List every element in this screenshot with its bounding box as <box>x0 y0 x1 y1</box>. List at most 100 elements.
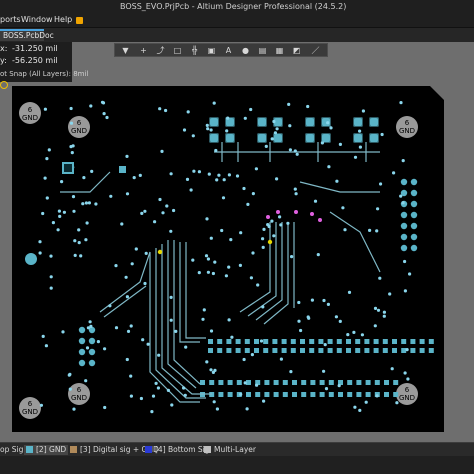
via <box>273 131 277 135</box>
via <box>310 298 314 302</box>
line-icon[interactable]: ／ <box>311 46 320 55</box>
layer-tab-bottom-sig[interactable]: [4] Bottom Sig <box>145 445 210 455</box>
layer-tab-multi-layer[interactable]: Multi-Layer <box>204 445 256 455</box>
chart-icon[interactable]: ▤ <box>258 46 267 55</box>
add-icon[interactable]: + <box>139 46 148 55</box>
header-pad <box>419 348 425 353</box>
via <box>316 253 320 257</box>
square-pad-mid <box>119 166 126 173</box>
tab-boss-pcbdoc[interactable]: BOSS.PcbDoc <box>0 29 54 41</box>
header-pad <box>338 392 343 397</box>
header-pad <box>246 392 251 397</box>
svg-text:GND: GND <box>22 114 38 122</box>
via <box>45 196 49 200</box>
via <box>326 121 330 125</box>
via <box>213 260 217 264</box>
header-pad <box>301 380 307 385</box>
via <box>129 374 133 378</box>
via <box>406 377 410 381</box>
via <box>264 144 268 148</box>
via <box>69 145 73 149</box>
gnd-pad-bottom-left: 6 GND <box>19 397 41 419</box>
via <box>103 405 107 410</box>
via <box>158 107 162 111</box>
via <box>169 295 173 299</box>
via <box>89 104 93 108</box>
layer-tab-gnd[interactable]: [2] GND <box>24 445 69 455</box>
menu-item-window[interactable]: Window <box>21 15 53 24</box>
via <box>182 128 187 132</box>
via <box>143 209 147 213</box>
via <box>143 281 147 286</box>
connector-pad <box>257 117 267 127</box>
route-icon[interactable]: ⤴ <box>156 46 165 55</box>
header-pad <box>384 392 389 397</box>
via <box>202 308 206 312</box>
via <box>45 157 49 161</box>
connector-pad <box>209 117 219 127</box>
fill-icon[interactable]: ▦ <box>275 46 284 55</box>
via <box>390 367 394 371</box>
connector-pad <box>353 133 363 143</box>
header-pad <box>401 348 407 353</box>
pcb-board-canvas[interactable]: 6 GND 6 GND 6 GND 6 GND 6 GND 6 GND <box>0 42 474 442</box>
via <box>206 270 210 274</box>
document-tab-bar: BOSS.PcbDoc <box>0 28 474 42</box>
via <box>139 396 143 401</box>
region-icon[interactable]: ◩ <box>292 46 301 55</box>
via <box>288 124 292 128</box>
menu-bar: ports Window Help <box>0 14 474 28</box>
layer-tab-top-sig[interactable]: op Sig <box>0 445 23 455</box>
component-icon[interactable]: ▣ <box>207 46 216 55</box>
select-rect-icon[interactable]: □ <box>173 46 182 55</box>
header-pad <box>244 339 250 344</box>
via <box>295 152 299 156</box>
via <box>213 368 217 372</box>
layer-swatch <box>204 446 211 453</box>
text-icon[interactable]: A <box>224 46 233 55</box>
via <box>243 116 247 120</box>
via <box>242 186 246 191</box>
x-label: x: <box>0 44 8 53</box>
menu-item-ports[interactable]: ports <box>0 15 21 24</box>
header-pad <box>300 348 305 353</box>
via <box>403 259 407 264</box>
gnd-pad-top-left-2: 6 GND <box>68 116 90 138</box>
via <box>270 137 274 141</box>
via <box>209 368 213 372</box>
header-pad <box>200 380 205 385</box>
header-pad <box>292 392 297 397</box>
svg-text:6: 6 <box>77 119 82 127</box>
header-pad <box>327 339 333 344</box>
via <box>96 340 100 344</box>
via <box>239 231 243 235</box>
via <box>250 353 254 357</box>
header-pad <box>244 348 250 353</box>
connector-pad <box>305 117 315 127</box>
via <box>212 400 216 404</box>
align-icon[interactable]: ╬ <box>190 46 199 55</box>
menu-item-help[interactable]: Help <box>54 15 72 24</box>
via <box>408 272 412 276</box>
via <box>151 394 156 398</box>
via <box>375 394 379 398</box>
via <box>403 371 407 375</box>
notification-icon[interactable] <box>76 17 83 24</box>
via <box>172 208 176 213</box>
pad-icon[interactable]: ● <box>241 46 250 55</box>
via <box>161 211 165 215</box>
via <box>278 215 282 219</box>
highlighted-via <box>157 249 163 255</box>
via <box>255 383 259 387</box>
header-pad <box>254 348 259 353</box>
connector-pad <box>369 117 379 127</box>
filter-icon[interactable]: ▼ <box>121 46 130 55</box>
header-pad <box>356 380 362 385</box>
header-pad <box>382 339 388 344</box>
via <box>358 129 362 133</box>
via <box>120 222 124 226</box>
header-pad <box>301 392 307 397</box>
via <box>114 264 118 268</box>
via <box>169 229 173 233</box>
via <box>364 400 368 404</box>
